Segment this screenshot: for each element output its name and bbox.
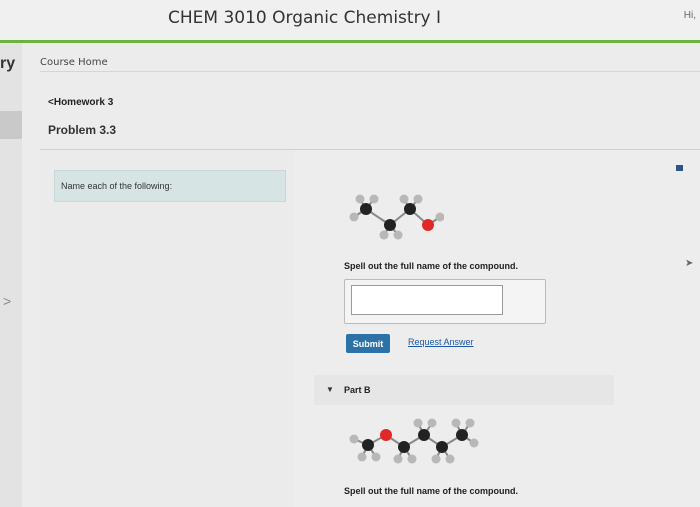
molecule-b-model	[349, 418, 479, 464]
answer-container	[344, 279, 546, 324]
atom-hydrogen	[431, 454, 441, 464]
homework-back-link[interactable]: <Homework 3	[48, 97, 113, 108]
atom-hydrogen	[349, 434, 359, 444]
sidebar-truncated-label: ry	[0, 55, 16, 72]
atom-carbon	[456, 429, 468, 441]
sidebar-active-item[interactable]	[0, 111, 22, 139]
course-title: CHEM 3010 Organic Chemistry I	[168, 8, 442, 28]
pointer-arrow-icon: ➤	[685, 258, 694, 269]
left-sidebar: ry >	[0, 43, 23, 507]
atom-carbon	[398, 441, 410, 453]
molecule-a-model	[349, 194, 444, 240]
header-divider	[40, 71, 700, 72]
instructions-text: Name each of the following:	[61, 181, 173, 191]
caret-down-icon: ▼	[326, 385, 334, 394]
atom-hydrogen	[445, 454, 455, 464]
atom-hydrogen	[413, 194, 423, 204]
instructions-panel	[40, 150, 295, 507]
atom-hydrogen	[413, 418, 423, 428]
atom-carbon	[404, 203, 416, 215]
atom-hydrogen	[393, 454, 403, 464]
top-bar: CHEM 3010 Organic Chemistry I Hi,	[0, 0, 700, 43]
part-a-prompt: Spell out the full name of the compound.	[344, 261, 518, 271]
course-home-link[interactable]: Course Home	[40, 57, 108, 68]
main-content: Course Home <Homework 3 Problem 3.3 Name…	[22, 43, 700, 507]
request-answer-link[interactable]: Request Answer	[408, 337, 474, 347]
atom-hydrogen	[369, 194, 379, 204]
atom-carbon	[360, 203, 372, 215]
atom-carbon	[384, 219, 396, 231]
atom-hydrogen	[371, 452, 381, 462]
atom-hydrogen	[465, 418, 475, 428]
atom-hydrogen	[407, 454, 417, 464]
instructions-box: Name each of the following:	[54, 170, 286, 202]
atom-carbon	[436, 441, 448, 453]
atom-hydrogen	[451, 418, 461, 428]
atom-hydrogen	[349, 212, 359, 222]
submit-button[interactable]: Submit	[346, 334, 390, 353]
atom-hydrogen	[357, 452, 367, 462]
atom-carbon	[362, 439, 374, 451]
atom-hydrogen	[469, 438, 479, 448]
part-b-prompt: Spell out the full name of the compound.	[344, 486, 518, 496]
sidebar-expand-icon[interactable]: >	[3, 293, 11, 309]
atom-oxygen	[380, 429, 392, 441]
answer-input[interactable]	[351, 285, 503, 315]
atom-carbon	[418, 429, 430, 441]
homework-link-label: Homework 3	[53, 97, 114, 108]
grid-icon[interactable]	[676, 165, 683, 171]
atom-hydrogen	[427, 418, 437, 428]
part-b-label: Part B	[344, 385, 371, 395]
atom-hydrogen	[399, 194, 409, 204]
atom-hydrogen	[393, 230, 403, 240]
user-greeting[interactable]: Hi,	[684, 10, 696, 21]
atom-oxygen	[422, 219, 434, 231]
atom-hydrogen	[355, 194, 365, 204]
part-b-header[interactable]: ▼ Part B	[314, 375, 614, 405]
problem-title: Problem 3.3	[48, 123, 117, 137]
atom-hydrogen	[379, 230, 389, 240]
